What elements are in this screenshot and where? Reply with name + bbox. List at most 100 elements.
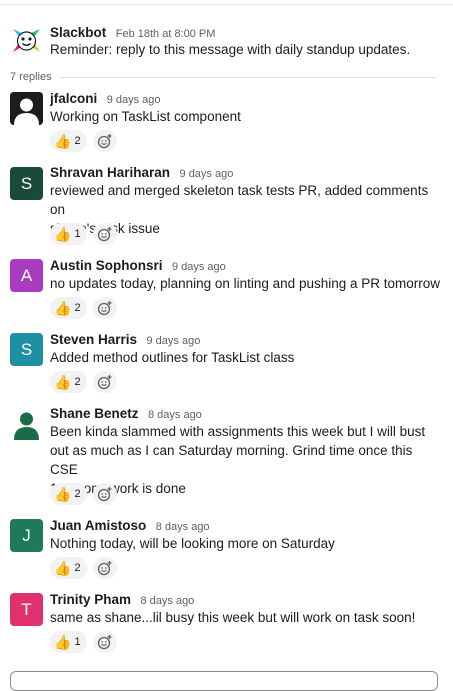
user-avatar[interactable]: A [10, 259, 43, 292]
message-line: reviewed and merged skeleton task tests … [50, 183, 429, 217]
author-name[interactable]: Juan Amistoso [50, 518, 146, 533]
slackbot-avatar[interactable] [10, 24, 43, 57]
thumbs-up-icon: 👍 [54, 300, 72, 316]
author-name[interactable]: Trinity Pham [50, 592, 131, 607]
thumbs-up-icon: 👍 [54, 560, 72, 576]
timestamp[interactable]: 8 days ago [156, 521, 210, 533]
thumbs-up-icon: 👍 [54, 634, 72, 650]
user-avatar[interactable]: T [10, 593, 43, 626]
timestamp[interactable]: 8 days ago [140, 595, 194, 607]
timestamp[interactable]: Feb 18th at 8:00 PM [116, 28, 216, 40]
thumbs-up-reaction[interactable]: 👍 2 [50, 371, 87, 393]
reply-message: jfalconi 9 days ago Working on TaskList … [0, 90, 453, 152]
timestamp[interactable]: 9 days ago [180, 168, 234, 180]
message-header: Shravan Hariharan 9 days ago [50, 164, 233, 182]
reaction-bar: 👍 1 [50, 631, 117, 653]
thumbs-up-icon: 👍 [54, 374, 72, 390]
reply-message: T Trinity Pham 8 days ago same as shane.… [0, 591, 453, 653]
timestamp[interactable]: 9 days ago [147, 335, 201, 347]
reply-message: Shane Benetz 8 days ago Been kinda slamm… [0, 405, 453, 505]
add-reaction-icon [97, 375, 112, 390]
top-divider [0, 4, 453, 5]
avatar-initial: J [22, 526, 31, 545]
author-name[interactable]: Slackbot [50, 25, 106, 40]
reaction-count: 1 [74, 636, 81, 648]
user-avatar[interactable]: S [10, 167, 43, 200]
message-header: Juan Amistoso 8 days ago [50, 517, 210, 535]
thumbs-up-reaction[interactable]: 👍 2 [50, 297, 87, 319]
add-reaction-icon [97, 635, 112, 650]
avatar-initial: S [20, 174, 33, 193]
reaction-bar: 👍 2 [50, 130, 117, 152]
message-text: same as shane...lil busy this week but w… [50, 610, 416, 625]
reaction-count: 2 [74, 302, 81, 314]
replies-count: 7 replies [10, 71, 52, 83]
author-name[interactable]: jfalconi [50, 91, 97, 106]
message-line: Been kinda slammed with assignments this… [50, 424, 426, 439]
reply-message: J Juan Amistoso 8 days ago Nothing today… [0, 517, 453, 579]
reply-message: S Steven Harris 9 days ago Added method … [0, 331, 453, 393]
author-name[interactable]: Austin Sophonsri [50, 258, 163, 273]
reaction-bar: 👍 2 [50, 297, 117, 319]
timestamp[interactable]: 9 days ago [107, 94, 161, 106]
reply-composer[interactable] [10, 671, 438, 691]
add-reaction-button[interactable] [92, 483, 117, 505]
reaction-bar: 👍 1 [50, 223, 117, 245]
divider-line [59, 76, 436, 78]
add-reaction-icon [97, 227, 112, 242]
reply-message: A Austin Sophonsri 9 days ago no updates… [0, 257, 453, 319]
avatar-initial: A [20, 266, 33, 285]
timestamp[interactable]: 9 days ago [172, 261, 226, 273]
parent-message: Slackbot Feb 18th at 8:00 PM Reminder: r… [0, 24, 453, 64]
add-reaction-icon [97, 561, 112, 576]
message-header: Shane Benetz 8 days ago [50, 405, 202, 423]
avatar-initial: S [20, 340, 33, 359]
message-text: Added method outlines for TaskList class [50, 350, 295, 365]
thumbs-up-reaction[interactable]: 👍 2 [50, 130, 87, 152]
add-reaction-button[interactable] [92, 223, 117, 245]
slackbot-face-icon [10, 24, 43, 57]
author-name[interactable]: Shravan Hariharan [50, 165, 170, 180]
message-header: Austin Sophonsri 9 days ago [50, 257, 226, 275]
add-reaction-icon [97, 134, 112, 149]
message-header: Steven Harris 9 days ago [50, 331, 200, 349]
thumbs-up-reaction[interactable]: 👍 1 [50, 223, 87, 245]
message-header: Trinity Pham 8 days ago [50, 591, 194, 609]
user-avatar[interactable] [10, 92, 43, 125]
user-avatar[interactable]: J [10, 519, 43, 552]
thumbs-up-reaction[interactable]: 👍 2 [50, 483, 87, 505]
thumbs-up-icon: 👍 [54, 133, 72, 149]
message-header: jfalconi 9 days ago [50, 90, 161, 108]
thumbs-up-icon: 👍 [54, 486, 72, 502]
timestamp[interactable]: 8 days ago [148, 409, 202, 421]
thumbs-up-reaction[interactable]: 👍 1 [50, 631, 87, 653]
message-line: out as much as I can Saturday morning. G… [50, 443, 413, 477]
reply-message: S Shravan Hariharan 9 days ago reviewed … [0, 164, 453, 246]
add-reaction-button[interactable] [92, 371, 117, 393]
replies-divider: 7 replies [10, 70, 436, 84]
author-name[interactable]: Shane Benetz [50, 406, 139, 421]
default-user-icon [10, 407, 43, 440]
add-reaction-icon [97, 301, 112, 316]
add-reaction-icon [97, 487, 112, 502]
thumbs-up-reaction[interactable]: 👍 2 [50, 557, 87, 579]
reaction-bar: 👍 2 [50, 557, 117, 579]
user-avatar[interactable] [10, 407, 43, 440]
add-reaction-button[interactable] [92, 130, 117, 152]
reaction-bar: 👍 2 [50, 371, 117, 393]
message-text: Working on TaskList component [50, 109, 241, 124]
thumbs-up-icon: 👍 [54, 226, 72, 242]
message-text: no updates today, planning on linting an… [50, 276, 441, 291]
default-user-icon [10, 92, 43, 125]
message-text: Reminder: reply to this message with dai… [50, 42, 411, 57]
reaction-count: 2 [74, 562, 81, 574]
reaction-count: 2 [74, 488, 81, 500]
add-reaction-button[interactable] [92, 631, 117, 653]
add-reaction-button[interactable] [92, 557, 117, 579]
avatar-initial: T [21, 600, 32, 619]
reaction-bar: 👍 2 [50, 483, 117, 505]
add-reaction-button[interactable] [92, 297, 117, 319]
user-avatar[interactable]: S [10, 333, 43, 366]
author-name[interactable]: Steven Harris [50, 332, 137, 347]
message-text: Nothing today, will be looking more on S… [50, 536, 335, 551]
